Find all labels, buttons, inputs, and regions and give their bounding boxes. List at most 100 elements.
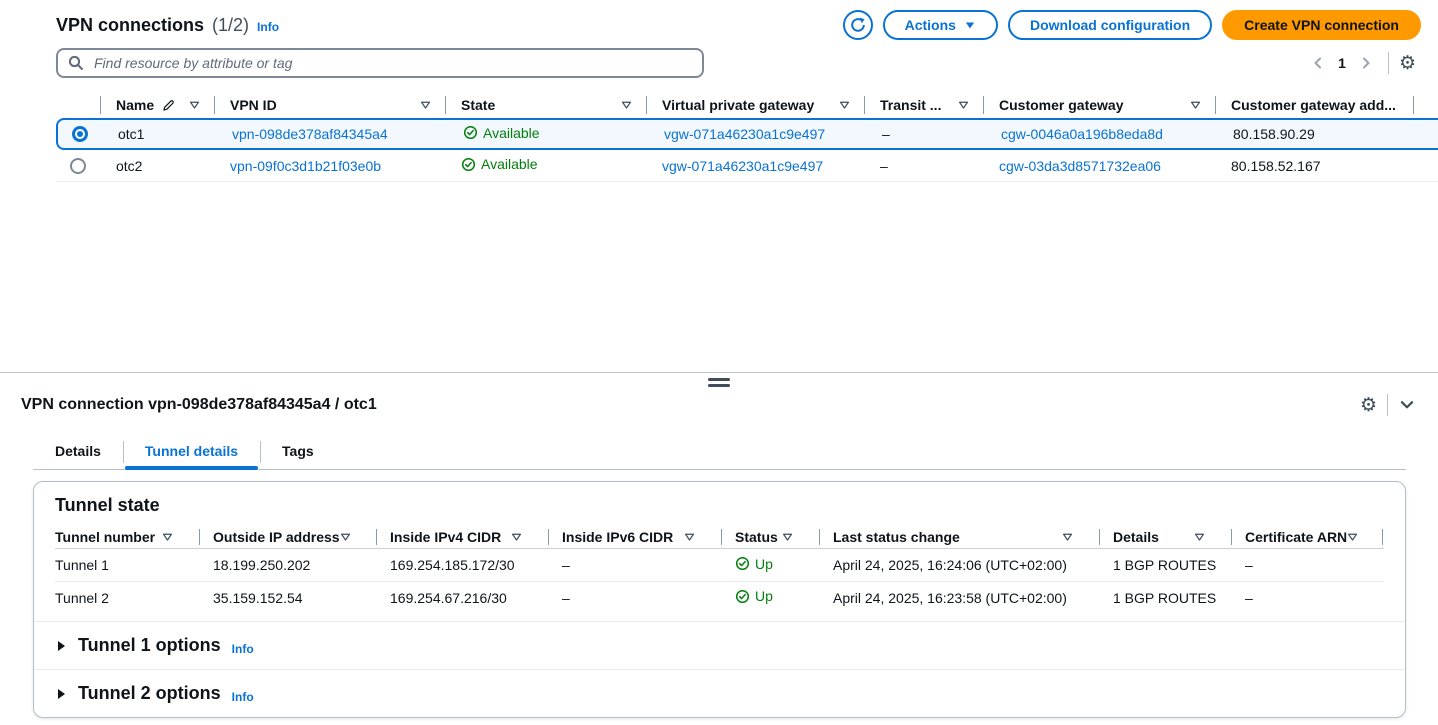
vgw-link[interactable]: vgw-071a46230a1c9e497 <box>664 126 825 142</box>
next-page-button[interactable] <box>1354 51 1378 75</box>
table-row[interactable]: otc1 vpn-098de378af84345a4 Available vgw… <box>56 118 1438 150</box>
tab-tags[interactable]: Tags <box>260 437 336 469</box>
column-header-status[interactable]: Status <box>721 525 819 548</box>
column-label: Transit ... <box>880 97 941 113</box>
cell-outside-ip: 18.199.250.202 <box>199 557 376 573</box>
status-label: Up <box>755 588 773 604</box>
filter-icon[interactable] <box>1062 532 1073 542</box>
panel-preferences-gear-icon[interactable]: ⚙ <box>1360 396 1377 415</box>
info-link[interactable]: Info <box>232 690 254 704</box>
table-row[interactable]: otc2 vpn-09f0c3d1b21f03e0b Available vgw… <box>56 150 1438 182</box>
collapse-panel-chevron-down-icon[interactable] <box>1398 396 1416 414</box>
column-header-tunnel-number[interactable]: Tunnel number <box>55 525 199 548</box>
page-title: VPN connections <box>56 15 204 36</box>
filter-icon[interactable] <box>621 100 632 110</box>
column-label: Certificate ARN <box>1245 529 1347 545</box>
cell-customer-gateway-address: 80.158.52.167 <box>1215 158 1414 174</box>
spacer <box>34 613 1405 621</box>
actions-button-label: Actions <box>905 17 956 33</box>
search-box[interactable] <box>56 48 704 78</box>
filter-icon[interactable] <box>782 532 793 542</box>
table-preferences-gear-icon[interactable]: ⚙ <box>1399 54 1416 73</box>
tunnel-2-options-expander[interactable]: Tunnel 2 options Info <box>34 669 1405 717</box>
column-header-outside-ip[interactable]: Outside IP address <box>199 525 376 548</box>
filter-icon[interactable] <box>511 532 522 542</box>
create-vpn-connection-button[interactable]: Create VPN connection <box>1222 10 1421 40</box>
column-header-customer-gateway[interactable]: Customer gateway <box>983 92 1215 118</box>
cell-details: 1 BGP ROUTES <box>1099 557 1231 573</box>
cell-inside-ipv4: 169.254.67.216/30 <box>376 590 548 606</box>
filter-icon[interactable] <box>839 100 850 110</box>
column-label: Inside IPv6 CIDR <box>562 529 673 545</box>
column-header-vpn-id[interactable]: VPN ID <box>214 92 445 118</box>
column-header-details[interactable]: Details <box>1099 525 1231 548</box>
download-configuration-button[interactable]: Download configuration <box>1008 10 1212 40</box>
vpn-id-link[interactable]: vpn-098de378af84345a4 <box>232 126 388 142</box>
tab-tunnel-details[interactable]: Tunnel details <box>123 437 260 469</box>
tunnel-state-card: Tunnel state Tunnel number Outside IP ad… <box>33 481 1406 718</box>
column-label: Inside IPv4 CIDR <box>390 529 501 545</box>
status-label: Available <box>481 156 538 172</box>
column-header-certificate-arn[interactable]: Certificate ARN <box>1231 525 1383 548</box>
column-header-virtual-private-gateway[interactable]: Virtual private gateway <box>646 92 864 118</box>
split-panel-drag-handle-icon[interactable] <box>708 378 730 387</box>
current-page-number[interactable]: 1 <box>1338 55 1346 71</box>
tunnel-status-badge: Up <box>735 588 773 604</box>
filter-icon[interactable] <box>1347 532 1358 542</box>
column-header-last-status-change[interactable]: Last status change <box>819 525 1099 548</box>
filter-icon[interactable] <box>1190 100 1201 110</box>
table-header-row: Name VPN ID State Virtual private gatewa… <box>56 92 1416 118</box>
cell-last-status-change: April 24, 2025, 16:23:58 (UTC+02:00) <box>819 590 1099 606</box>
split-panel-controls: ⚙ <box>1360 394 1416 416</box>
tunnel-row: Tunnel 2 35.159.152.54 169.254.67.216/30… <box>55 581 1384 613</box>
row-radio-unselected[interactable] <box>70 158 86 174</box>
cgw-link[interactable]: cgw-0046a0a196b8eda8d <box>1001 126 1163 142</box>
tunnel-1-options-expander[interactable]: Tunnel 1 options Info <box>34 621 1405 669</box>
resource-count: (1/2) <box>212 15 249 36</box>
create-button-label: Create VPN connection <box>1244 17 1399 33</box>
filter-icon[interactable] <box>684 532 695 542</box>
filter-icon[interactable] <box>189 100 200 110</box>
pagination: 1 ⚙ <box>1306 51 1416 75</box>
cgw-link[interactable]: cgw-03da3d8571732ea06 <box>999 158 1161 174</box>
column-header-inside-ipv4[interactable]: Inside IPv4 CIDR <box>376 525 548 548</box>
info-link[interactable]: Info <box>232 642 254 656</box>
cell-name: otc1 <box>102 126 216 142</box>
pencil-icon <box>161 98 176 113</box>
column-label: Customer gateway add... <box>1231 97 1396 113</box>
filter-icon[interactable] <box>1194 532 1205 542</box>
tunnel-1-options-label: Tunnel 1 options <box>78 635 221 656</box>
column-header-name[interactable]: Name <box>100 92 214 118</box>
filter-icon[interactable] <box>162 532 173 542</box>
search-input[interactable] <box>92 54 692 72</box>
column-label: Tunnel number <box>55 529 155 545</box>
previous-page-button[interactable] <box>1306 51 1330 75</box>
vpn-id-link[interactable]: vpn-09f0c3d1b21f03e0b <box>230 158 381 174</box>
row-radio-selected[interactable] <box>72 126 88 142</box>
column-label: State <box>461 97 495 113</box>
filter-icon[interactable] <box>420 100 431 110</box>
check-circle-icon <box>735 556 750 571</box>
tab-details[interactable]: Details <box>33 437 123 469</box>
info-link[interactable]: Info <box>257 20 279 34</box>
column-label: Outside IP address <box>213 529 340 545</box>
split-panel-divider[interactable] <box>0 372 1438 373</box>
divider <box>1387 394 1388 416</box>
vpn-connections-table: Name VPN ID State Virtual private gatewa… <box>56 92 1438 182</box>
column-header-transit-gateway[interactable]: Transit ... <box>864 92 983 118</box>
status-badge: Available <box>463 125 540 141</box>
column-header-customer-gateway-address[interactable]: Customer gateway add... <box>1215 92 1414 118</box>
column-header-state[interactable]: State <box>445 92 646 118</box>
column-header-inside-ipv6[interactable]: Inside IPv6 CIDR <box>548 525 721 548</box>
filter-icon[interactable] <box>958 100 969 110</box>
check-circle-icon <box>735 589 750 604</box>
table-filter-row: 1 ⚙ <box>0 40 1438 78</box>
actions-button[interactable]: Actions <box>883 10 998 40</box>
cell-inside-ipv4: 169.254.185.172/30 <box>376 557 548 573</box>
cell-outside-ip: 35.159.152.54 <box>199 590 376 606</box>
vgw-link[interactable]: vgw-071a46230a1c9e497 <box>662 158 823 174</box>
filter-icon[interactable] <box>340 532 351 542</box>
page-title-group: VPN connections (1/2) Info <box>56 15 279 36</box>
cell-tunnel-number: Tunnel 2 <box>55 590 199 606</box>
refresh-button[interactable] <box>843 10 873 40</box>
